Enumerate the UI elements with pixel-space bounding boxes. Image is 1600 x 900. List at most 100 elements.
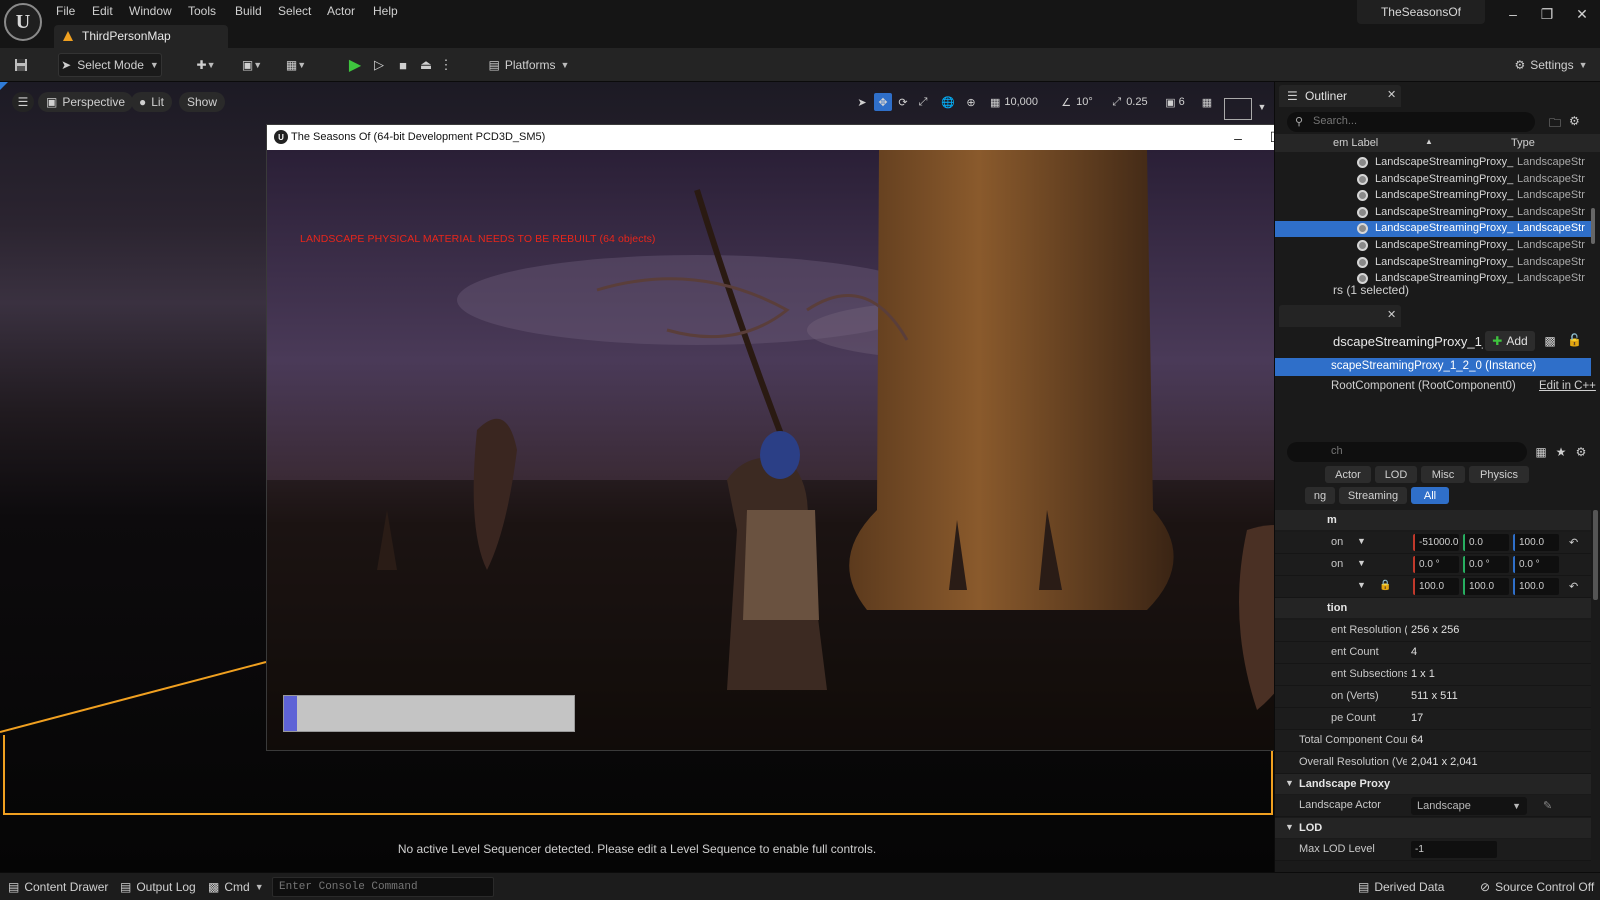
scale-x-field[interactable]: 100.0 (1413, 578, 1459, 595)
eyedropper-icon[interactable]: ✎ (1543, 799, 1552, 812)
chevron-down-icon[interactable]: ▼ (1256, 98, 1268, 116)
stop-button[interactable]: ■ (392, 53, 414, 77)
reset-arrow-icon[interactable]: ↶ (1569, 536, 1578, 549)
minimize-icon[interactable]: – (1220, 125, 1256, 150)
outliner-row[interactable]: LandscapeStreamingProxy_ LandscapeStr (1275, 172, 1591, 188)
scale-tool-icon[interactable]: ⤢ (915, 93, 931, 111)
filter-actor[interactable]: Actor (1325, 466, 1371, 483)
outliner-row[interactable]: LandscapeStreamingProxy_ LandscapeStr (1275, 255, 1591, 271)
filter-misc[interactable]: Misc (1421, 466, 1465, 483)
play-options-icon[interactable]: ⋮ (440, 53, 453, 77)
rotation-x-field[interactable]: 0.0 ° (1413, 556, 1459, 573)
outliner-row[interactable]: LandscapeStreamingProxy_ LandscapeStr (1275, 188, 1591, 204)
cmd-dropdown[interactable]: ▩ Cmd ▼ (208, 877, 264, 897)
outliner-row[interactable]: LandscapeStreamingProxy_ LandscapeStr (1275, 271, 1591, 287)
filter-rendering[interactable]: ng (1305, 487, 1335, 504)
outliner-search-input[interactable] (1313, 115, 1523, 127)
outliner-row[interactable]: LandscapeStreamingProxy_ LandscapeStr (1275, 155, 1591, 171)
maximize-viewport-icon[interactable]: ▦ (1199, 93, 1215, 111)
outliner-scrollbar[interactable] (1591, 208, 1595, 244)
edit-in-cpp-link[interactable]: Edit in C++ (1539, 380, 1596, 392)
details-scrollbar[interactable] (1593, 510, 1598, 600)
translate-tool-icon[interactable]: ✥ (874, 93, 892, 111)
filter-all[interactable]: All (1411, 487, 1449, 504)
outliner-search-box[interactable]: ⚲ (1287, 112, 1535, 132)
close-icon[interactable]: ✕ (1566, 4, 1598, 24)
minimize-icon[interactable]: – (1497, 4, 1529, 24)
component-tree-instance[interactable]: scapeStreamingProxy_1_2_0 (Instance) (1275, 358, 1591, 376)
location-z-field[interactable]: 100.0 (1513, 534, 1559, 551)
landscape-proxy-section-header[interactable]: ▼ Landscape Proxy (1275, 774, 1591, 794)
blueprint-button[interactable]: ▣ ▼ (236, 53, 268, 77)
rotate-tool-icon[interactable]: ⟳ (895, 93, 911, 111)
chevron-down-icon[interactable]: ▼ (1357, 536, 1366, 546)
scale-snap-button[interactable]: ⤢ 0.25 (1106, 93, 1152, 111)
outliner-row[interactable]: LandscapeStreamingProxy_ LandscapeStr (1275, 238, 1591, 254)
cinematics-button[interactable]: ▦ ▼ (280, 53, 312, 77)
details-search-input[interactable] (1331, 445, 1521, 457)
filter-lod[interactable]: LOD (1375, 466, 1417, 483)
landscape-actor-dropdown[interactable]: Landscape ▼ (1411, 797, 1527, 815)
surface-snap-icon[interactable]: ⊕ (963, 93, 979, 111)
settings-dropdown[interactable]: ⚙ Settings ▼ (1510, 53, 1592, 77)
location-y-field[interactable]: 0.0 (1463, 534, 1509, 551)
tab-outliner[interactable]: ☰ Outliner ✕ (1279, 85, 1401, 107)
menu-help[interactable]: Help (373, 3, 398, 19)
lit-button[interactable]: ● Lit (131, 92, 172, 112)
close-icon[interactable]: ✕ (1387, 308, 1396, 321)
chevron-down-icon[interactable]: ▼ (1357, 580, 1366, 590)
filter-streaming[interactable]: Streaming (1339, 487, 1407, 504)
world-space-icon[interactable]: 🌐 (940, 93, 956, 111)
column-item-label[interactable]: em Label (1333, 137, 1378, 149)
chevron-down-icon[interactable]: ▼ (1357, 558, 1366, 568)
details-actor-name[interactable]: dscapeStreamingProxy_1_ (1333, 334, 1483, 349)
star-icon[interactable]: ★ (1553, 444, 1569, 460)
outliner-row[interactable]: LandscapeStreamingProxy_ LandscapeStr (1275, 221, 1591, 238)
add-actor-button[interactable]: ✚ ▼ (190, 53, 222, 77)
close-icon[interactable]: ✕ (1387, 88, 1396, 101)
transform-section-header[interactable]: m (1275, 510, 1591, 530)
eject-button[interactable]: ⏏ (415, 53, 437, 77)
add-component-button[interactable]: ✚ Add (1485, 331, 1535, 351)
console-command-input[interactable] (272, 877, 494, 897)
select-tool-icon[interactable]: ➤ (854, 93, 870, 111)
derived-data-button[interactable]: ▤ Derived Data (1358, 877, 1444, 897)
lock-icon[interactable]: 🔓 (1567, 333, 1583, 349)
show-button[interactable]: Show (179, 92, 226, 112)
rotation-y-field[interactable]: 0.0 ° (1463, 556, 1509, 573)
scale-z-field[interactable]: 100.0 (1513, 578, 1559, 595)
column-type[interactable]: Type (1511, 137, 1535, 149)
outliner-row[interactable]: LandscapeStreamingProxy_ LandscapeStr (1275, 205, 1591, 221)
menu-tools[interactable]: Tools (188, 3, 216, 19)
step-button[interactable]: ▷ (368, 53, 390, 77)
information-section-header[interactable]: tion (1275, 598, 1591, 618)
menu-actor[interactable]: Actor (327, 3, 355, 19)
root-component-item[interactable]: RootComponent (RootComponent0) (1331, 380, 1516, 392)
game-window[interactable]: U The Seasons Of (64-bit Development PCD… (266, 124, 1333, 751)
game-window-titlebar[interactable]: U The Seasons Of (64-bit Development PCD… (267, 125, 1332, 150)
perspective-button[interactable]: ▣ Perspective (38, 92, 134, 112)
restore-icon[interactable]: ❐ (1531, 4, 1563, 24)
gear-icon[interactable]: ⚙ (1569, 114, 1580, 128)
location-x-field[interactable]: -51000.0 (1413, 534, 1459, 551)
tab-third-person-map[interactable]: ThirdPersonMap (54, 25, 228, 48)
select-mode-dropdown[interactable]: ➤ Select Mode ▼ (58, 53, 162, 77)
camera-speed-button[interactable]: ▣ 6 (1160, 93, 1190, 111)
layout-grid-icon[interactable] (1224, 98, 1252, 120)
source-control-button[interactable]: ⊘ Source Control Off (1480, 877, 1594, 897)
filter-physics[interactable]: Physics (1469, 466, 1529, 483)
menu-window[interactable]: Window (129, 3, 172, 19)
menu-select[interactable]: Select (278, 3, 311, 19)
details-search-box[interactable] (1287, 442, 1527, 462)
lod-section-header[interactable]: ▼ LOD (1275, 818, 1591, 838)
platforms-dropdown[interactable]: ▤ Platforms ▼ (483, 53, 575, 77)
menu-edit[interactable]: Edit (92, 3, 113, 19)
viewport-menu-icon[interactable]: ☰ (12, 92, 34, 112)
table-view-icon[interactable]: ▦ (1533, 444, 1549, 460)
scale-y-field[interactable]: 100.0 (1463, 578, 1509, 595)
play-button[interactable]: ▶ (344, 53, 366, 77)
rotation-snap-button[interactable]: ∠ 10° (1055, 93, 1097, 111)
tab-details[interactable]: ✕ (1279, 305, 1401, 327)
content-drawer-button[interactable]: ▤ Content Drawer (8, 877, 108, 897)
reset-arrow-icon[interactable]: ↶ (1569, 580, 1578, 593)
